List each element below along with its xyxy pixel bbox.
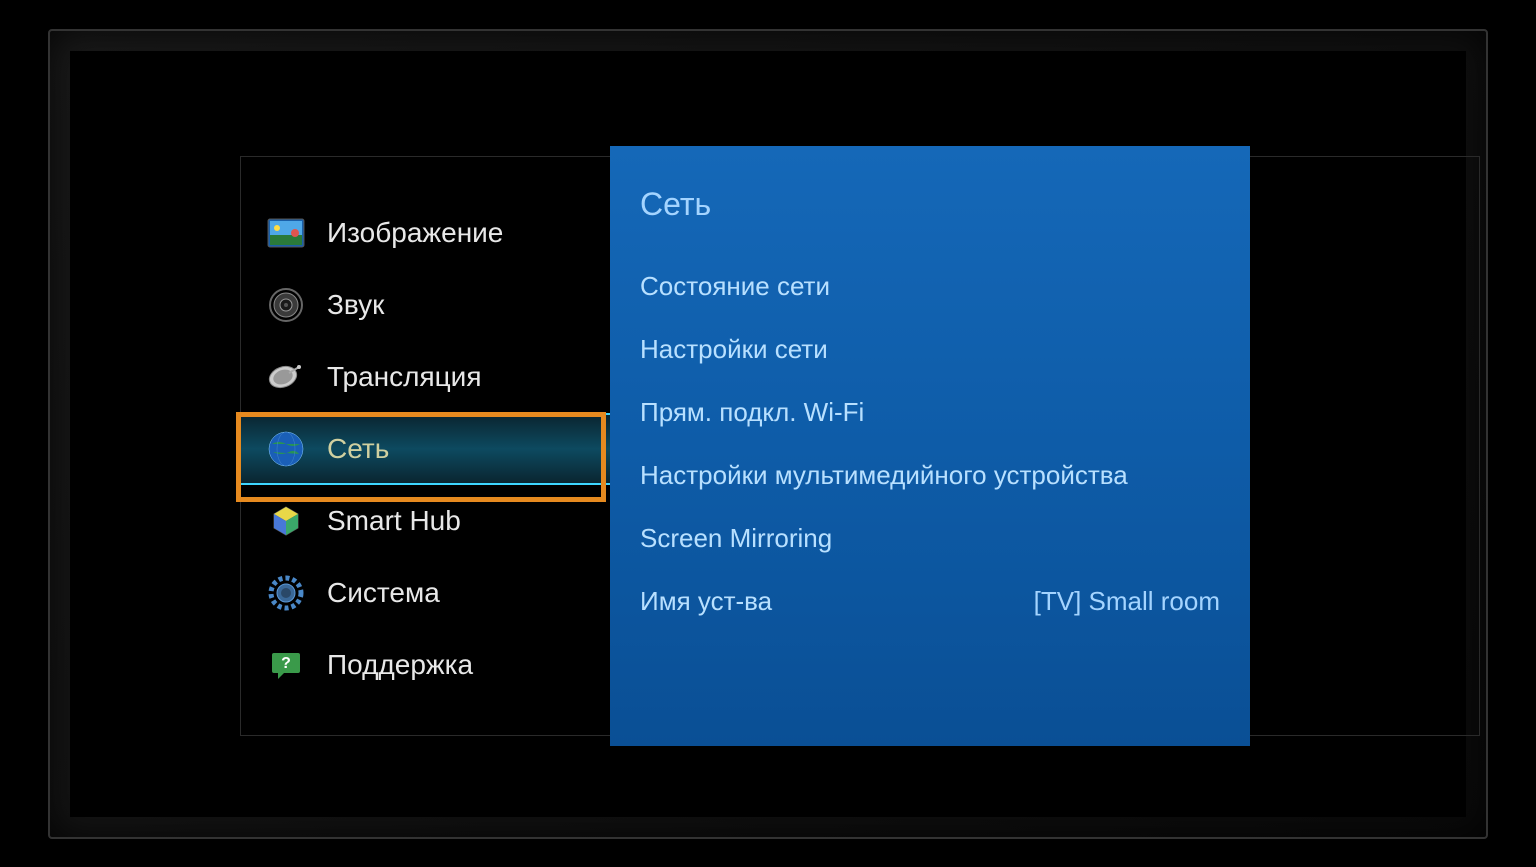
sidebar-item-network[interactable]: Сеть xyxy=(241,413,610,485)
panel-item-device-name[interactable]: Имя уст-ва [TV] Small room xyxy=(640,586,1220,617)
satellite-icon xyxy=(265,356,307,398)
screen: Изображение Звук xyxy=(70,51,1466,817)
sidebar-item-support[interactable]: ? Поддержка xyxy=(241,629,610,701)
panel-title: Сеть xyxy=(640,186,1220,223)
menu-container: Изображение Звук xyxy=(240,156,1320,736)
panel-item-label: Прям. подкл. Wi-Fi xyxy=(640,397,864,428)
panel-item-multimedia-device[interactable]: Настройки мультимедийного устройства xyxy=(640,460,1220,491)
panel-item-value: [TV] Small room xyxy=(1034,586,1220,617)
globe-icon xyxy=(265,428,307,470)
svg-text:?: ? xyxy=(281,655,291,672)
sound-icon xyxy=(265,284,307,326)
sidebar-item-label: Поддержка xyxy=(327,649,473,681)
tv-frame: Изображение Звук xyxy=(48,29,1488,839)
sidebar-item-label: Система xyxy=(327,577,440,609)
panel-item-label: Screen Mirroring xyxy=(640,523,832,554)
right-border xyxy=(1250,156,1480,736)
sidebar-item-label: Сеть xyxy=(327,433,389,465)
panel-item-wifi-direct[interactable]: Прям. подкл. Wi-Fi xyxy=(640,397,1220,428)
gear-icon xyxy=(265,572,307,614)
sidebar-item-sound[interactable]: Звук xyxy=(241,269,610,341)
panel-item-label: Настройки мультимедийного устройства xyxy=(640,460,1128,491)
panel-item-network-settings[interactable]: Настройки сети xyxy=(640,334,1220,365)
panel-item-network-status[interactable]: Состояние сети xyxy=(640,271,1220,302)
panel-item-label: Настройки сети xyxy=(640,334,828,365)
sidebar-item-system[interactable]: Система xyxy=(241,557,610,629)
sidebar-item-picture[interactable]: Изображение xyxy=(241,197,610,269)
cube-icon xyxy=(265,500,307,542)
network-settings-panel: Сеть Состояние сети Настройки сети Прям.… xyxy=(610,146,1250,746)
picture-icon xyxy=(265,212,307,254)
sidebar-item-label: Трансляция xyxy=(327,361,481,393)
panel-item-label: Состояние сети xyxy=(640,271,830,302)
sidebar-item-label: Изображение xyxy=(327,217,503,249)
sidebar-item-label: Звук xyxy=(327,289,384,321)
sidebar-item-broadcast[interactable]: Трансляция xyxy=(241,341,610,413)
sidebar-item-smarthub[interactable]: Smart Hub xyxy=(241,485,610,557)
sidebar-item-label: Smart Hub xyxy=(327,505,461,537)
settings-sidebar: Изображение Звук xyxy=(240,156,610,736)
panel-item-label: Имя уст-ва xyxy=(640,586,772,617)
panel-item-screen-mirroring[interactable]: Screen Mirroring xyxy=(640,523,1220,554)
question-icon: ? xyxy=(265,644,307,686)
